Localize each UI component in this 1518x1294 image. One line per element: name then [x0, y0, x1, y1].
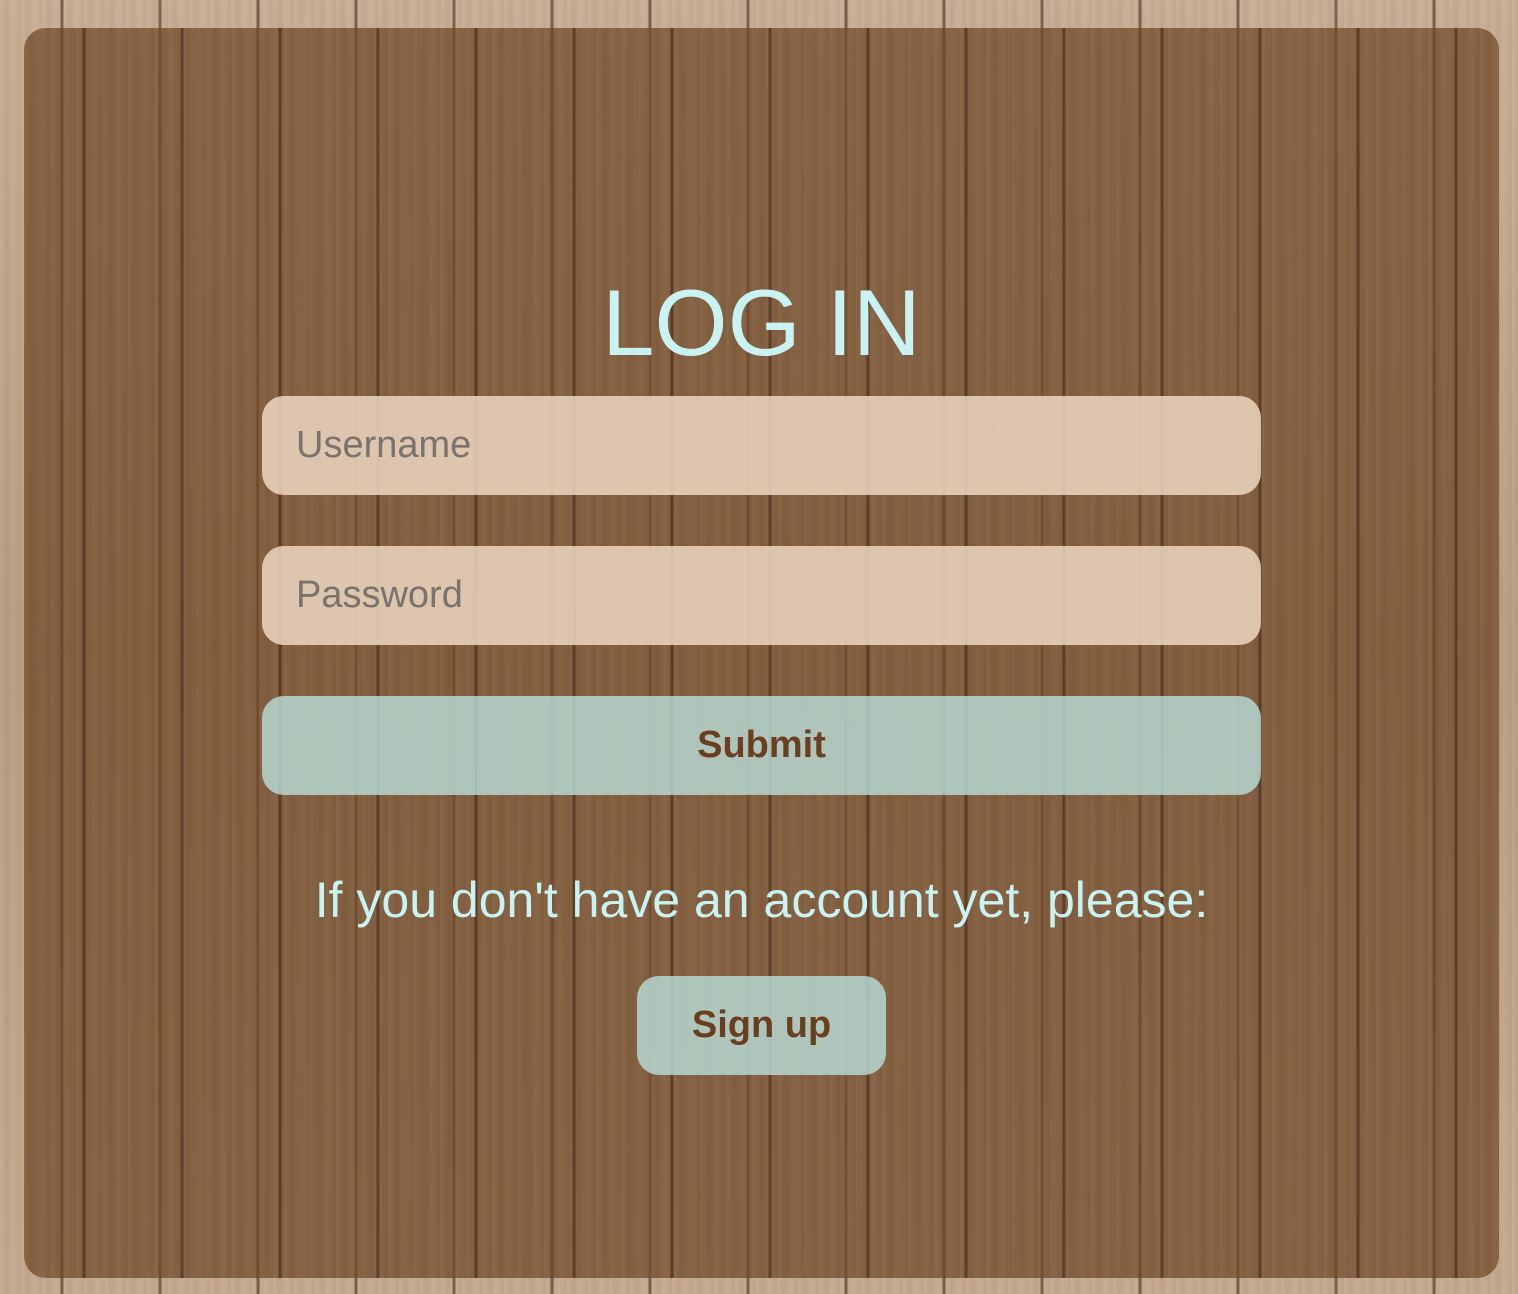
username-input[interactable]: [262, 396, 1261, 495]
submit-button[interactable]: Submit: [262, 696, 1261, 795]
login-panel: LOG IN Submit If you don't have an accou…: [24, 28, 1499, 1278]
signup-prompt: If you don't have an account yet, please…: [314, 872, 1209, 928]
page-title: LOG IN: [602, 270, 921, 375]
password-input[interactable]: [262, 546, 1261, 645]
sign-up-button[interactable]: Sign up: [637, 976, 886, 1075]
